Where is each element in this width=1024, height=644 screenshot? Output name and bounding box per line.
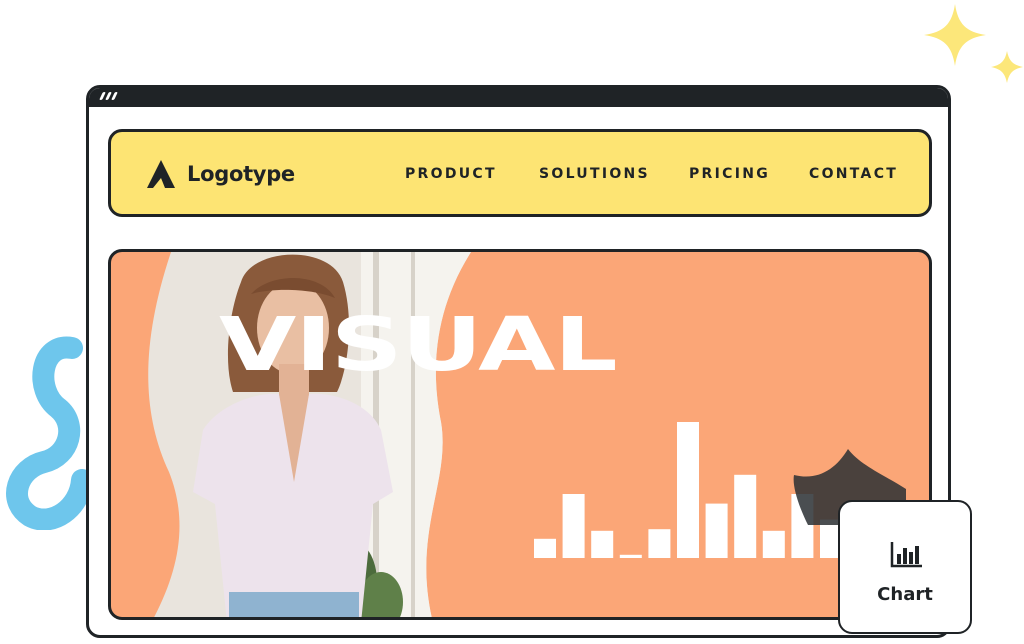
sparkle-icon (924, 4, 986, 66)
sparkle-small-icon (991, 51, 1023, 83)
nav-item-pricing[interactable]: PRICING (689, 166, 770, 182)
chart-bar-9 (762, 530, 785, 558)
logo-text: Logotype (187, 162, 295, 186)
browser-window: Logotype PRODUCT SOLUTIONS PRICING CONTA… (86, 85, 951, 638)
hero-section: VISUAL (108, 249, 932, 620)
chart-bar-5 (648, 529, 671, 558)
bar-chart (534, 422, 842, 558)
chart-card-label: Chart (877, 584, 933, 605)
nav-item-product[interactable]: PRODUCT (405, 166, 497, 182)
chart-bar-7 (705, 503, 728, 558)
logo[interactable]: Logotype (147, 160, 295, 188)
chart-bar-8 (734, 474, 757, 558)
window-control-dot[interactable] (111, 92, 118, 100)
chart-bar-2 (562, 494, 585, 558)
chart-bar-1 (534, 538, 556, 558)
window-controls[interactable] (99, 92, 118, 100)
window-titlebar (89, 88, 948, 107)
nav-item-solutions[interactable]: SOLUTIONS (539, 166, 650, 182)
chart-bar-6 (677, 422, 699, 558)
nav-item-contact[interactable]: CONTACT (809, 166, 898, 182)
chart-bar-3 (591, 530, 614, 558)
triangle-mark-icon (147, 160, 175, 188)
chart-card[interactable]: Chart (838, 500, 972, 634)
chart-bar-4 (619, 554, 642, 558)
bar-chart-icon (890, 542, 922, 568)
squiggle-decoration (6, 336, 93, 530)
site-header: Logotype PRODUCT SOLUTIONS PRICING CONTA… (108, 129, 932, 217)
